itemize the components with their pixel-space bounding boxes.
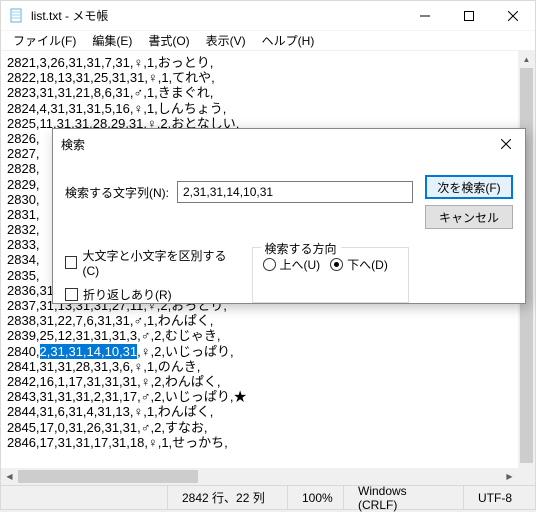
status-empty [1,486,167,509]
close-button[interactable] [491,1,535,31]
status-eol: Windows (CRLF) [343,486,463,509]
find-next-button[interactable]: 次を検索(F) [425,175,513,199]
menu-edit[interactable]: 編集(E) [84,30,140,51]
scroll-right-icon[interactable]: ▶ [501,468,518,485]
scroll-left-icon[interactable]: ◀ [1,468,18,485]
menu-format[interactable]: 書式(O) [140,30,197,51]
minimize-button[interactable] [403,1,447,31]
wrap-around-checkbox[interactable] [65,288,78,301]
direction-down-radio[interactable] [330,258,343,271]
direction-down-label: 下へ(D) [347,256,388,273]
match-case-label: 大文字と小文字を区別する(C) [82,247,235,278]
maximize-button[interactable] [447,1,491,31]
dialog-title: 検索 [61,136,495,153]
search-input[interactable] [177,181,413,203]
scroll-up-icon[interactable]: ▲ [518,51,535,68]
direction-legend: 検索する方向 [261,240,341,257]
status-position: 2842 行、22 列 [167,486,287,509]
menu-view[interactable]: 表示(V) [198,30,254,51]
status-encoding: UTF-8 [463,486,535,509]
menu-file[interactable]: ファイル(F) [5,30,84,51]
direction-up-radio[interactable] [263,258,276,271]
window-title: list.txt - メモ帳 [31,7,403,24]
horizontal-scrollbar[interactable]: ◀ ▶ [1,468,535,485]
cancel-button[interactable]: キャンセル [425,205,513,229]
dialog-close-button[interactable] [495,133,517,155]
direction-up-label: 上へ(U) [280,256,321,273]
match-case-checkbox[interactable] [65,256,77,269]
horizontal-scroll-thumb[interactable] [18,470,198,483]
search-label: 検索する文字列(N): [65,184,169,201]
status-zoom: 100% [287,486,343,509]
wrap-around-label: 折り返しあり(R) [83,286,172,303]
find-dialog: 検索 検索する文字列(N): 次を検索(F) キャンセル 大文字と小文字を区別す… [52,128,526,304]
menu-help[interactable]: ヘルプ(H) [254,30,323,51]
notepad-icon [9,8,25,24]
